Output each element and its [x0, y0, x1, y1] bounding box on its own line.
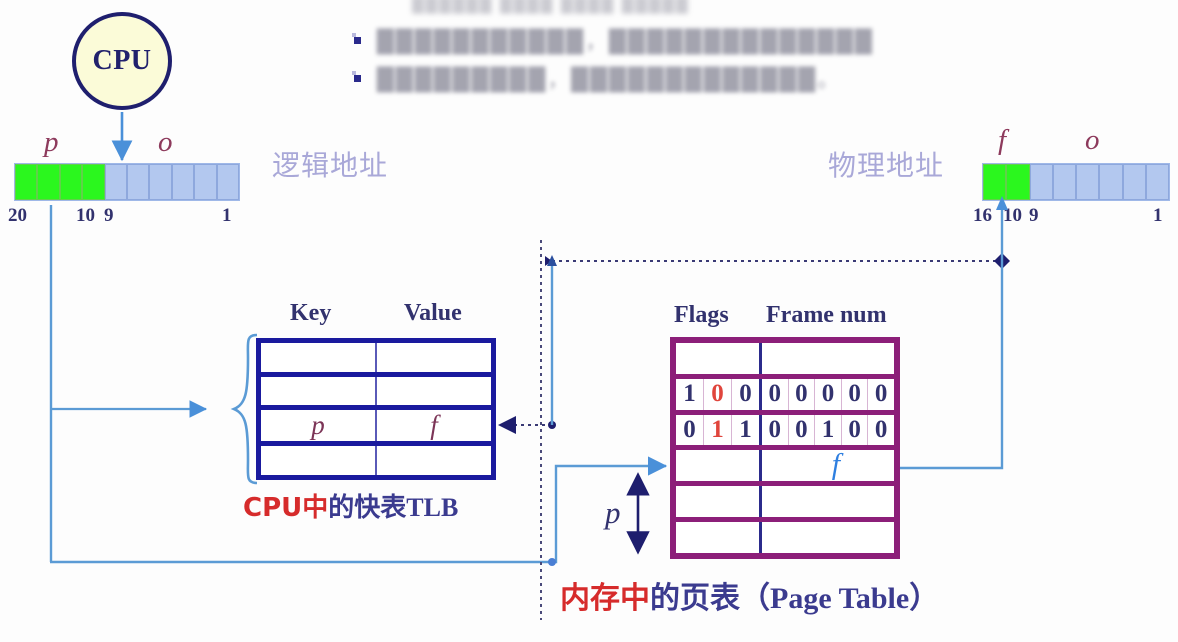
frame-to-physical-line — [900, 207, 1004, 470]
tlb-brace-icon — [230, 333, 258, 485]
p-bottom-junction-dot — [548, 558, 556, 566]
diagram-canvas: ██████ ████ ████ █████ ███████████，█████… — [0, 0, 1178, 642]
p-to-page-table-arrow — [552, 456, 668, 564]
frame-to-physical-arrowhead — [996, 196, 1008, 210]
connector-lines — [49, 112, 1010, 620]
